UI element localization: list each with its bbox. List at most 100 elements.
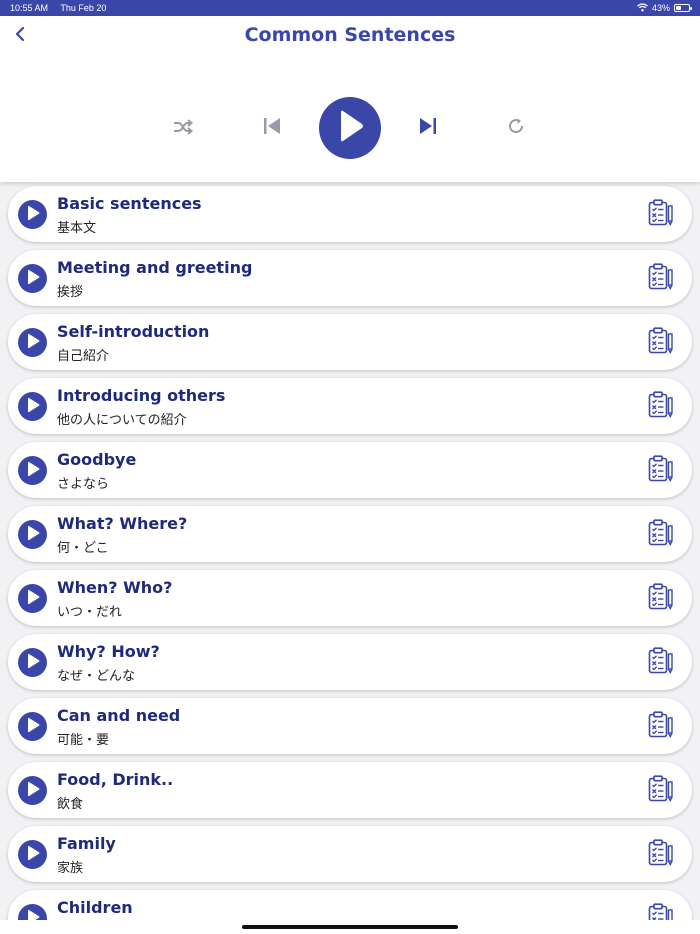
item-play-button[interactable] [18,200,47,229]
list-item-10[interactable]: Food, Drink.. 飲食 [8,762,692,818]
item-title: Introducing others [57,386,226,405]
item-play-button[interactable] [18,648,47,677]
item-quiz-button[interactable] [648,455,674,486]
battery-fill [676,6,681,10]
play-icon [26,333,40,353]
shuffle-icon [173,119,194,139]
item-subtitle: いつ・だれ [57,605,123,620]
lesson-list[interactable]: Basic sentences 基本文 Meeting and greeting… [0,182,700,920]
item-quiz-button[interactable] [648,327,674,356]
item-title: When? Who? [57,578,173,597]
item-quiz-button[interactable] [648,391,674,422]
repeat-button[interactable] [504,116,528,140]
play-icon [26,525,40,545]
play-icon [26,589,40,609]
item-title: Goodbye [57,450,137,469]
list-item-1[interactable]: Basic sentences 基本文 [8,186,692,242]
item-subtitle: 何・どこ [57,541,109,556]
playback-controls [0,96,700,160]
clipboard-quiz-icon [648,263,674,294]
item-quiz-button[interactable] [648,839,674,870]
item-play-button[interactable] [18,520,47,549]
clipboard-quiz-icon [648,903,674,920]
status-right: 43% [637,2,692,14]
home-bar-area [0,920,700,934]
item-quiz-button[interactable] [648,263,674,294]
previous-button[interactable] [260,116,284,140]
status-time: 10:55 AM [10,3,49,13]
play-icon [26,205,40,225]
item-quiz-button[interactable] [648,711,674,740]
clipboard-quiz-icon [648,199,674,230]
clipboard-quiz-icon [648,583,674,614]
item-title: Basic sentences [57,194,202,213]
item-title: What? Where? [57,514,188,533]
play-icon [26,269,40,289]
item-subtitle: 家族 [57,861,84,876]
status-bar: 10:55 AM Thu Feb 20 43% [0,0,700,16]
battery-percent: 43% [651,3,670,13]
item-quiz-button[interactable] [648,775,674,806]
header: Common Sentences [0,16,700,182]
item-play-button[interactable] [18,264,47,293]
home-indicator[interactable] [242,925,458,929]
play-all-button[interactable] [319,97,381,159]
item-quiz-button[interactable] [648,647,674,678]
battery-icon [674,4,692,12]
item-quiz-button[interactable] [648,903,674,920]
item-subtitle: 自己紹介 [57,349,110,364]
skip-previous-icon [262,117,282,139]
clipboard-quiz-icon [648,391,674,422]
item-title: Children [57,898,133,917]
list-item-9[interactable]: Can and need 可能・要 [8,698,692,754]
item-play-button[interactable] [18,584,47,613]
clipboard-quiz-icon [648,775,674,806]
item-quiz-button[interactable] [648,519,674,548]
list-item-7[interactable]: When? Who? いつ・だれ [8,570,692,626]
item-subtitle: 挨拶 [57,285,84,300]
list-item-12[interactable]: Children [8,890,692,920]
status-date: Thu Feb 20 [60,3,107,13]
play-icon [26,845,40,865]
item-play-button[interactable] [18,456,47,485]
item-quiz-button[interactable] [648,199,674,230]
shuffle-button[interactable] [170,116,196,142]
item-subtitle: 基本文 [57,221,97,236]
list-item-6[interactable]: What? Where? 何・どこ [8,506,692,562]
list-item-5[interactable]: Goodbye さよなら [8,442,692,498]
item-play-button[interactable] [18,712,47,741]
item-title: Family [57,834,116,853]
item-title: Self-introduction [57,322,210,341]
play-icon [26,717,40,737]
list-item-11[interactable]: Family 家族 [8,826,692,882]
list-item-3[interactable]: Self-introduction 自己紹介 [8,314,692,370]
item-quiz-button[interactable] [648,583,674,614]
next-button[interactable] [416,116,440,140]
item-play-button[interactable] [18,392,47,421]
wifi-icon [637,2,648,14]
clipboard-quiz-icon [648,647,674,678]
play-icon [26,909,40,920]
skip-next-icon [418,117,438,139]
item-subtitle: 飲食 [57,797,84,812]
item-play-button[interactable] [18,776,47,805]
status-left: 10:55 AM Thu Feb 20 [10,3,116,13]
list-item-2[interactable]: Meeting and greeting 挨拶 [8,250,692,306]
item-subtitle: さよなら [57,477,110,492]
item-play-button[interactable] [18,904,47,920]
clipboard-quiz-icon [648,839,674,870]
list-item-4[interactable]: Introducing others 他の人についての紹介 [8,378,692,434]
item-title: Food, Drink.. [57,770,174,789]
item-title: Can and need [57,706,181,725]
item-subtitle: 他の人についての紹介 [57,413,187,428]
item-play-button[interactable] [18,328,47,357]
repeat-icon [507,117,525,139]
list-item-8[interactable]: Why? How? なぜ・どんな [8,634,692,690]
play-icon [26,653,40,673]
item-subtitle: なぜ・どんな [57,669,136,684]
item-subtitle: 可能・要 [57,733,110,748]
clipboard-quiz-icon [648,455,674,486]
screen: 10:55 AM Thu Feb 20 43% Common Sentences… [0,0,700,934]
play-icon [26,397,40,417]
item-play-button[interactable] [18,840,47,869]
